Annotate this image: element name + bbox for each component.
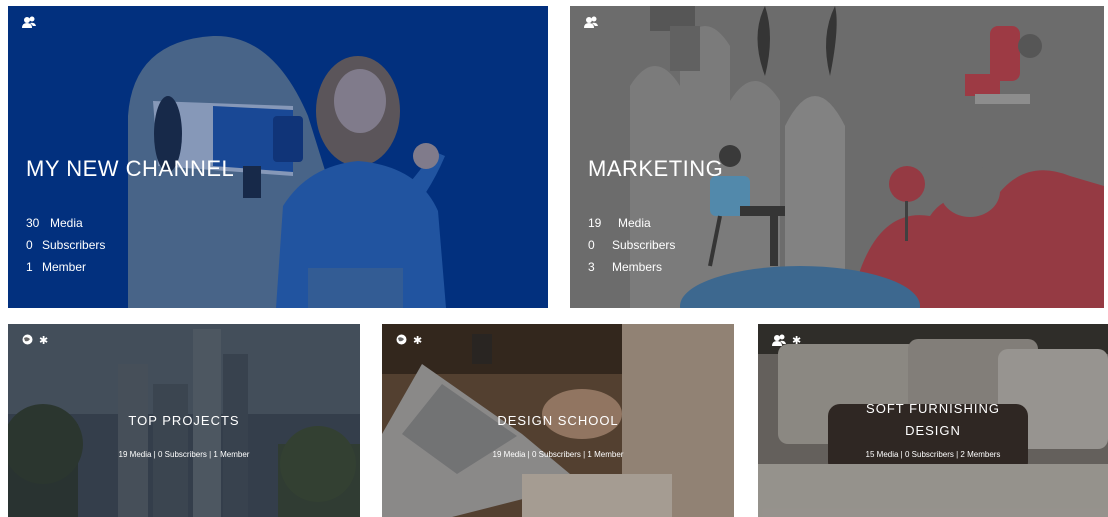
channel-card-marketing[interactable]: MARKETING 19 Media 0 Subscribers 3 Members [570,6,1104,308]
stat-number: 19 [588,216,602,230]
globe-icon [396,334,407,347]
channel-title[interactable]: TOP PROJECTS [8,410,360,432]
members-icon [22,16,36,28]
stat-members: 3 Members [588,256,675,278]
channel-title-line1: SOFT FURNISHING [866,401,1000,416]
star-icon: ✱ [792,335,802,347]
channel-stats: 19 Media | 0 Subscribers | 1 Member [492,450,624,459]
stat-number: 3 [588,260,595,274]
channel-title[interactable]: DESIGN SCHOOL [382,410,734,432]
channel-stats: 30 Media 0 Subscribers 1 Member [26,212,105,278]
card-icons: ✱ [396,334,422,347]
stat-media: 19 Media [588,212,675,234]
channel-card-design-school[interactable]: ✱ DESIGN SCHOOL 19 Media | 0 Subscribers… [382,324,734,517]
star-icon: ✱ [39,335,49,347]
stat-label: Member [42,260,87,274]
stat-number: 0 [588,238,595,252]
card-icons [22,16,36,28]
card-icons [584,16,598,28]
stat-subscribers: 0 Subscribers [588,234,675,256]
globe-icon [22,334,33,347]
stat-label: Subscribers [612,238,676,252]
members-icon [584,16,598,28]
stat-number: 0 [26,238,33,252]
card-icons: ✱ [772,334,801,347]
channel-card-my-new-channel[interactable]: MY NEW CHANNEL 30 Media 0 Subscribers 1 Mem… [8,6,548,308]
members-icon [772,334,786,347]
stat-label: Media [618,216,651,230]
channel-card-soft-furnishing-design[interactable]: ✱ SOFT FURNISHING DESIGN 15 Media | 0 Su… [758,324,1108,517]
stat-subscribers: 0 Subscribers [26,234,105,256]
channel-stats: 19 Media | 0 Subscribers | 1 Member [118,450,250,459]
stat-number: 1 [26,260,33,274]
card-icons: ✱ [22,334,48,347]
channel-title[interactable]: MY NEW CHANNEL [26,156,234,182]
channel-stats: 15 Media | 0 Subscribers | 2 Members [865,450,1001,459]
channel-title[interactable]: SOFT FURNISHING DESIGN [758,398,1108,442]
channel-stats: 19 Media 0 Subscribers 3 Members [588,212,675,278]
star-icon: ✱ [413,335,423,347]
channel-title-line2: DESIGN [905,423,961,438]
channel-title[interactable]: MARKETING [588,156,723,182]
stat-label: Media [50,216,83,230]
stat-members: 1 Member [26,256,105,278]
stat-media: 30 Media [26,212,105,234]
stat-label: Members [612,260,663,274]
channel-card-top-projects[interactable]: ✱ TOP PROJECTS 19 Media | 0 Subscribers … [8,324,360,517]
stat-label: Subscribers [42,238,106,252]
stat-number: 30 [26,216,40,230]
